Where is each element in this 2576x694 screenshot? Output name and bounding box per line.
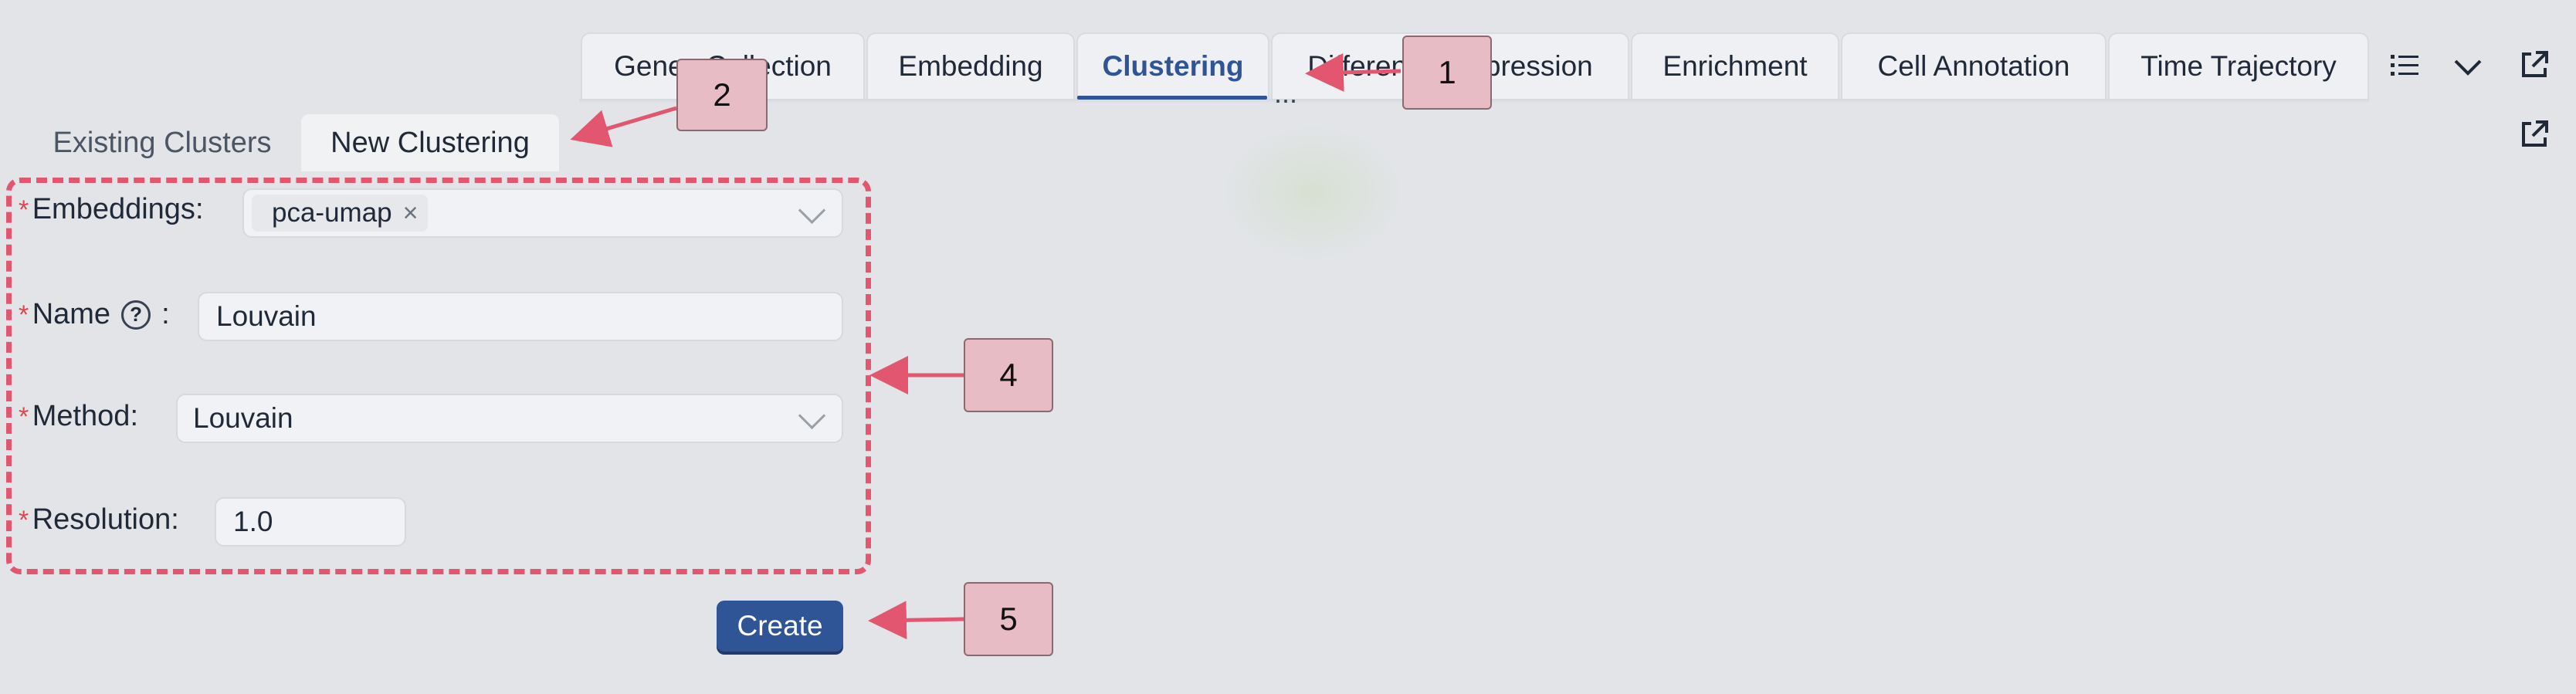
callout-5: 5 — [964, 582, 1053, 656]
arrow-1 — [1305, 52, 1402, 92]
annotation-arrows — [570, 52, 1402, 640]
callout-2: 2 — [676, 59, 768, 131]
callout-1: 1 — [1402, 36, 1492, 110]
callout-4: 4 — [964, 338, 1053, 412]
arrow-5 — [868, 601, 964, 640]
arrow-2 — [570, 106, 677, 147]
